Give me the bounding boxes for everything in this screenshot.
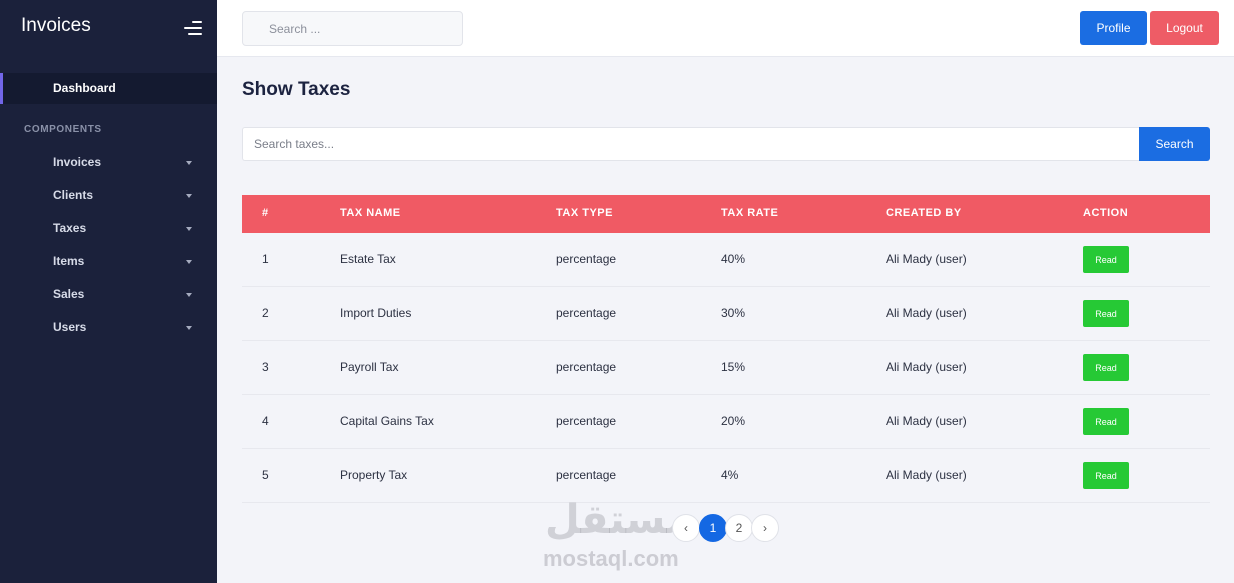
- table-header: # TAX NAME TAX TYPE TAX RATE CREATED BY …: [242, 195, 1210, 233]
- sidebar-item-taxes[interactable]: Taxes: [0, 216, 217, 242]
- tax-type: percentage: [556, 306, 617, 320]
- sidebar-item-sales[interactable]: Sales: [0, 282, 217, 308]
- global-search-input[interactable]: [242, 11, 463, 46]
- chevron-down-icon: [186, 260, 192, 264]
- sidebar-item-label: Sales: [53, 287, 85, 301]
- column-header: TAX TYPE: [556, 207, 613, 219]
- profile-button[interactable]: Profile: [1080, 11, 1147, 45]
- tax-type: percentage: [556, 468, 617, 482]
- tax-name: Import Duties: [340, 306, 412, 320]
- tax-rate: 15%: [721, 360, 746, 374]
- tax-name: Capital Gains Tax: [340, 414, 434, 428]
- tax-rate: 40%: [721, 252, 746, 266]
- chevron-down-icon: [186, 194, 192, 198]
- brand-title: Invoices: [21, 15, 91, 36]
- table-row: 4 Capital Gains Tax percentage 20% Ali M…: [242, 395, 1210, 449]
- read-button[interactable]: Read: [1083, 354, 1129, 381]
- tax-type: percentage: [556, 414, 617, 428]
- sidebar-item-items[interactable]: Items: [0, 249, 217, 275]
- created-by: Ali Mady (user): [886, 414, 967, 428]
- sidebar-item-invoices[interactable]: Invoices: [0, 150, 217, 176]
- row-number: 3: [262, 360, 269, 374]
- sidebar-item-dashboard[interactable]: Dashboard: [0, 73, 217, 104]
- row-number: 1: [262, 252, 269, 266]
- created-by: Ali Mady (user): [886, 306, 967, 320]
- tax-name: Payroll Tax: [340, 360, 399, 374]
- sidebar: Invoices Dashboard COMPONENTS Invoices C…: [0, 0, 217, 583]
- table-row: 5 Property Tax percentage 4% Ali Mady (u…: [242, 449, 1210, 503]
- tax-type: percentage: [556, 252, 617, 266]
- sidebar-item-label: Users: [53, 320, 87, 334]
- sidebar-item-label: Taxes: [53, 221, 87, 235]
- column-header: TAX NAME: [340, 207, 401, 219]
- sidebar-item-label: Invoices: [53, 155, 102, 169]
- read-button[interactable]: Read: [1083, 300, 1129, 327]
- pagination-prev[interactable]: ‹: [672, 514, 700, 542]
- taxes-table: # TAX NAME TAX TYPE TAX RATE CREATED BY …: [242, 195, 1210, 503]
- read-button[interactable]: Read: [1083, 246, 1129, 273]
- watermark-logo: مستقل: [545, 497, 692, 543]
- row-number: 5: [262, 468, 269, 482]
- read-button[interactable]: Read: [1083, 408, 1129, 435]
- chevron-down-icon: [186, 293, 192, 297]
- column-header: ACTION: [1083, 207, 1129, 219]
- menu-toggle-icon[interactable]: [183, 20, 202, 36]
- tax-type: percentage: [556, 360, 617, 374]
- table-row: 1 Estate Tax percentage 40% Ali Mady (us…: [242, 233, 1210, 287]
- chevron-down-icon: [186, 326, 192, 330]
- pagination-next[interactable]: ›: [751, 514, 779, 542]
- pagination-page-1[interactable]: 1: [699, 514, 727, 542]
- created-by: Ali Mady (user): [886, 252, 967, 266]
- table-row: 3 Payroll Tax percentage 15% Ali Mady (u…: [242, 341, 1210, 395]
- tax-rate: 20%: [721, 414, 746, 428]
- chevron-down-icon: [186, 161, 192, 165]
- sidebar-item-clients[interactable]: Clients: [0, 183, 217, 209]
- chevron-down-icon: [186, 227, 192, 231]
- tax-name: Property Tax: [340, 468, 408, 482]
- tax-search-input[interactable]: [242, 127, 1140, 161]
- search-button[interactable]: Search: [1139, 127, 1210, 161]
- tax-rate: 30%: [721, 306, 746, 320]
- created-by: Ali Mady (user): [886, 360, 967, 374]
- tax-rate: 4%: [721, 468, 739, 482]
- sidebar-item-users[interactable]: Users: [0, 315, 217, 341]
- logout-button[interactable]: Logout: [1150, 11, 1219, 45]
- read-button[interactable]: Read: [1083, 462, 1129, 489]
- sidebar-item-label: Items: [53, 254, 85, 268]
- row-number: 4: [262, 414, 269, 428]
- pagination-page-2[interactable]: 2: [725, 514, 753, 542]
- page-title: Show Taxes: [242, 79, 351, 100]
- column-header: CREATED BY: [886, 207, 962, 219]
- column-header: TAX RATE: [721, 207, 779, 219]
- sidebar-item-label: Dashboard: [53, 81, 116, 95]
- created-by: Ali Mady (user): [886, 468, 967, 482]
- row-number: 2: [262, 306, 269, 320]
- column-header: #: [262, 207, 269, 219]
- tax-name: Estate Tax: [340, 252, 396, 266]
- topbar: Profile Logout: [217, 0, 1234, 57]
- sidebar-item-label: Clients: [53, 188, 94, 202]
- section-label-components: COMPONENTS: [24, 124, 102, 135]
- table-row: 2 Import Duties percentage 30% Ali Mady …: [242, 287, 1210, 341]
- watermark-text: mostaql.com: [543, 546, 679, 571]
